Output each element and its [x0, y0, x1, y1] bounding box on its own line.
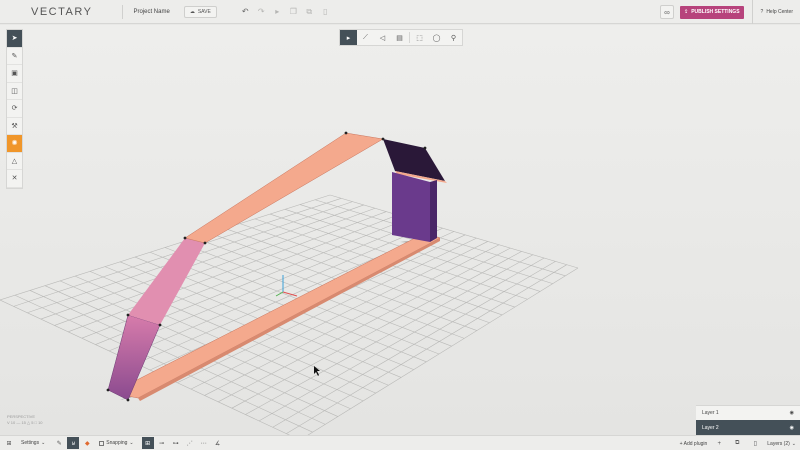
pen-tool-icon[interactable]: ✎: [7, 48, 22, 65]
snapping-label: Snapping: [106, 440, 128, 446]
publish-settings-button[interactable]: ⇪ PUBLISH SETTINGS: [679, 5, 744, 19]
snap-angle-icon[interactable]: ∡: [212, 437, 224, 449]
snapping-toggle[interactable]: Snapping ⌄: [99, 440, 134, 446]
settings-label: Settings: [21, 440, 40, 446]
pillar-front[interactable]: [392, 172, 430, 242]
top-bar: VECTARY Project Name ☁ SAVE ↶ ↷ ▸ ❐ ⧉ ▯ …: [0, 0, 800, 24]
scene-canvas[interactable]: [0, 25, 800, 435]
snap-face-icon[interactable]: ⋯: [198, 437, 210, 449]
cloud-icon: ☁: [189, 8, 195, 15]
delete-layer-icon[interactable]: ▯: [749, 438, 761, 450]
vectary-logo[interactable]: VECTARY: [31, 6, 92, 18]
project-name[interactable]: Project Name: [133, 9, 169, 15]
triangle-tool-icon[interactable]: △: [7, 153, 22, 170]
brush-select-icon[interactable]: ⚲: [445, 30, 462, 45]
chevron-down-icon: ⌄: [129, 440, 134, 446]
bottom-bar: ⊞ Settings ⌄ ✎ ⊍ ◆ Snapping ⌄ ⊞ ⊸ ⊶ ⋰ ⋯ …: [0, 435, 800, 450]
copy-icon[interactable]: ❐: [289, 7, 298, 16]
eye-icon[interactable]: ◉: [790, 425, 794, 431]
settings-dropdown[interactable]: Settings ⌄: [21, 440, 45, 446]
snap-midpoint-icon[interactable]: ⊶: [170, 437, 182, 449]
edge-mode-icon[interactable]: ⟋: [357, 30, 374, 45]
link-icon[interactable]: ∞: [659, 5, 674, 19]
layers-dropdown[interactable]: Layers (2) ⌄: [767, 441, 796, 447]
duplicate-icon[interactable]: ⧉: [305, 7, 314, 16]
undo-icon[interactable]: ↶: [241, 7, 250, 16]
upload-icon: ⇪: [683, 9, 689, 15]
help-icon: ?: [760, 9, 764, 15]
grid-icon[interactable]: ⊞: [3, 437, 15, 449]
layer-name: Layer 2: [702, 424, 719, 431]
magnet-icon[interactable]: ⊍: [67, 437, 80, 449]
add-layer-icon[interactable]: +: [713, 438, 725, 450]
help-label: Help Center: [766, 9, 793, 15]
divider: [122, 4, 124, 19]
redo-icon[interactable]: ↷: [257, 7, 266, 16]
3d-viewport[interactable]: [0, 25, 800, 435]
duplicate-layer-icon[interactable]: ⧉: [731, 438, 743, 450]
layer-item[interactable]: Layer 1 ◉: [696, 405, 800, 420]
chevron-down-icon: ⌄: [791, 440, 796, 447]
mesh-stats: V 10 — 15 △ 5 □ 10: [7, 420, 43, 425]
snap-grid-icon[interactable]: ⊞: [141, 437, 154, 449]
snap-edge-icon[interactable]: ⊸: [156, 437, 168, 449]
bottom-right-actions: + Add plugin + ⧉ ▯ Layers (2) ⌄: [680, 436, 796, 450]
pillar-side: [430, 180, 437, 242]
view-info: PERSPECTIVE V 10 — 15 △ 5 □ 10: [7, 414, 43, 426]
pencil-icon[interactable]: ✎: [53, 437, 65, 449]
help-center-link[interactable]: ? Help Center: [751, 0, 793, 24]
mirror-tool-icon[interactable]: ✕: [7, 170, 22, 188]
add-plugin-button[interactable]: + Add plugin: [680, 441, 708, 447]
layers-panel: Layer 1 ◉ Layer 2 ◉: [696, 405, 800, 435]
rotate-tool-icon[interactable]: ⟳: [7, 100, 22, 118]
layer-mode-icon[interactable]: ▤: [391, 30, 408, 45]
box-select-icon[interactable]: ⬚: [411, 30, 428, 45]
save-button[interactable]: ☁ SAVE: [183, 5, 217, 18]
checkbox[interactable]: [99, 440, 105, 446]
history-tools: ↶ ↷ ▸ ❐ ⧉ ▯: [241, 7, 330, 17]
layer-name: Layer 1: [702, 410, 719, 416]
select-tool-icon[interactable]: ➤: [7, 30, 22, 48]
lasso-select-icon[interactable]: ◯: [428, 30, 445, 45]
layers-label: Layers (2): [767, 440, 790, 447]
chevron-down-icon: ⌄: [41, 440, 46, 446]
boolean-tool-icon[interactable]: ◫: [7, 83, 22, 100]
cube-tool-icon[interactable]: ▣: [7, 65, 22, 83]
hammer-tool-icon[interactable]: ⚒: [7, 118, 22, 135]
left-toolbar: ➤ ✎ ▣ ◫ ⟳ ⚒ ✺ △ ✕: [6, 29, 23, 189]
snap-vertex-icon[interactable]: ⋰: [184, 437, 196, 449]
save-label: SAVE: [197, 8, 211, 15]
play-icon[interactable]: ▸: [273, 7, 282, 16]
selection-toolbar: ▸ ⟋ ◁ ▤ ⬚ ◯ ⚲: [339, 29, 463, 46]
trash-icon[interactable]: ▯: [321, 7, 330, 16]
material-icon[interactable]: ◆: [81, 437, 93, 449]
top-right-actions: ∞ ⇪ PUBLISH SETTINGS ? Help Center: [659, 0, 800, 24]
object-mode-icon[interactable]: ▸: [340, 30, 357, 45]
divider: [409, 32, 410, 43]
light-tool-icon[interactable]: ✺: [7, 135, 22, 153]
face-mode-icon[interactable]: ◁: [374, 30, 391, 45]
layer-item-active[interactable]: Layer 2 ◉: [696, 420, 800, 435]
publish-label: PUBLISH SETTINGS: [691, 9, 740, 15]
eye-icon[interactable]: ◉: [790, 410, 794, 416]
